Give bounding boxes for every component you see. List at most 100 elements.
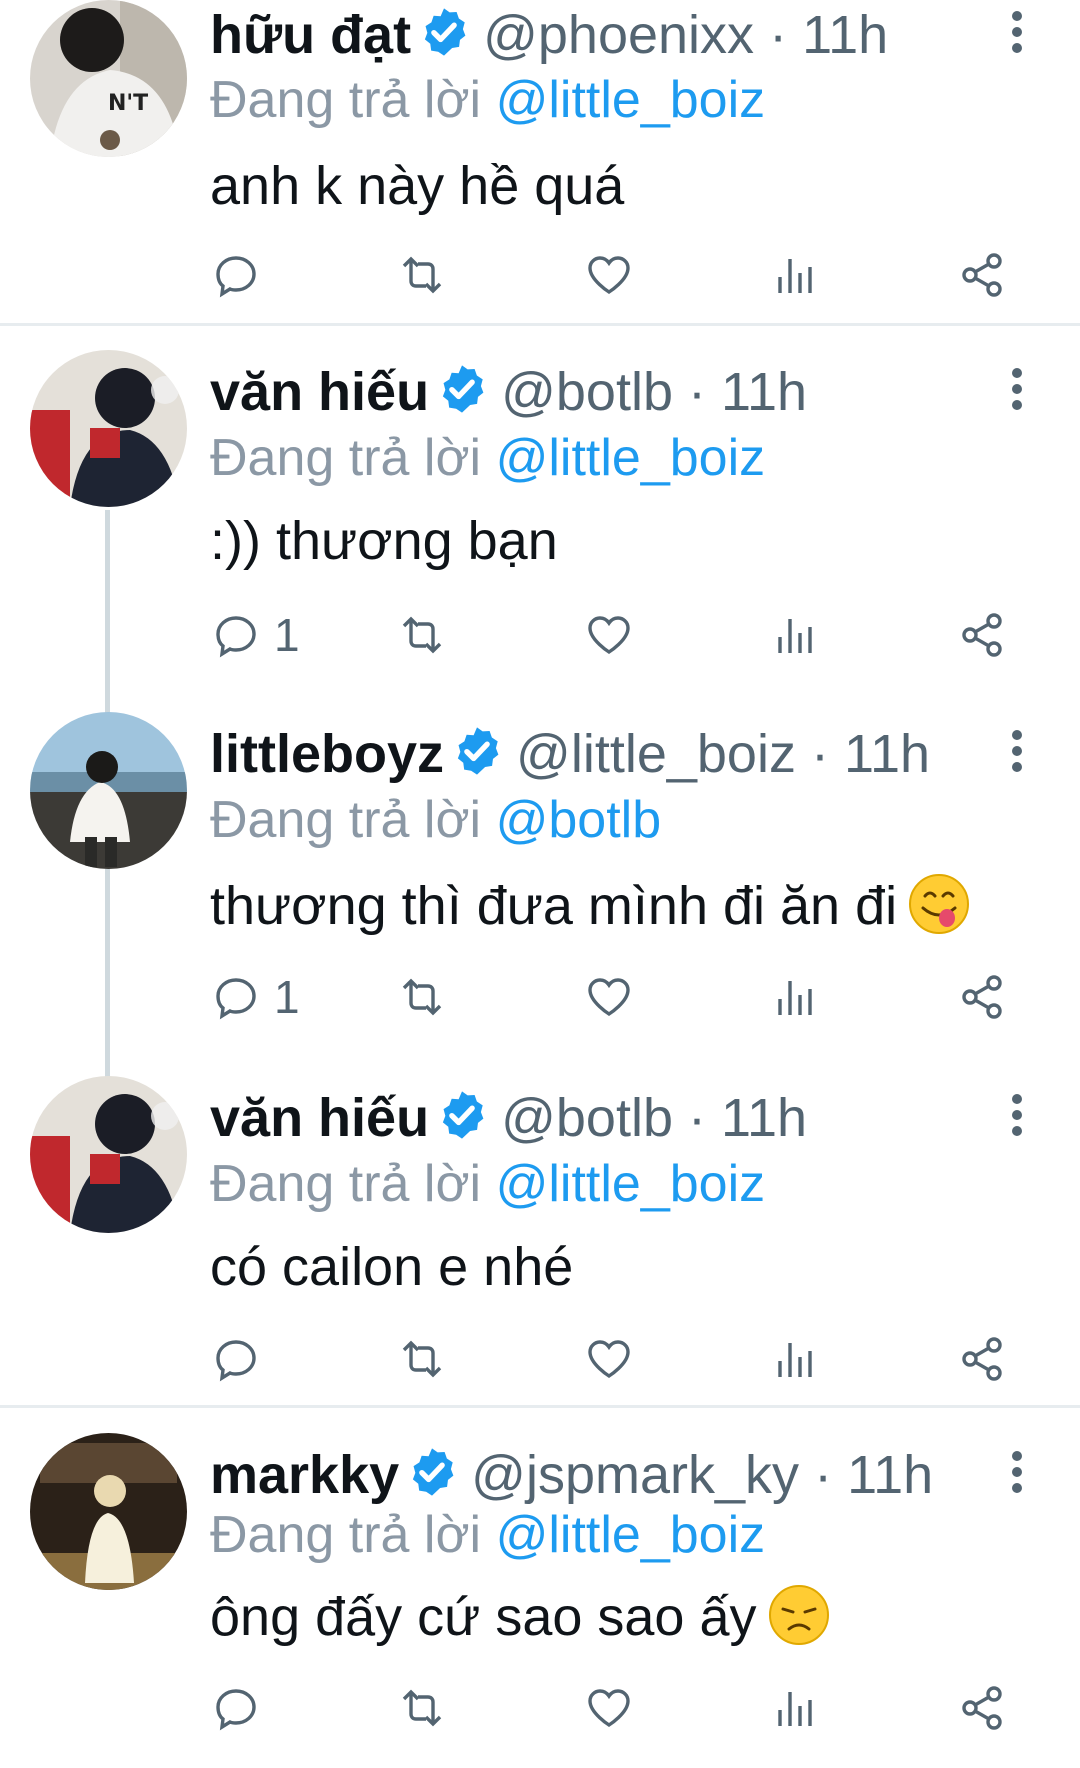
retweet-icon bbox=[402, 1689, 442, 1727]
analytics-icon bbox=[778, 259, 812, 293]
more-options-icon[interactable] bbox=[1005, 1093, 1029, 1137]
reply-icon bbox=[216, 1340, 256, 1382]
tweet[interactable]: văn hiếu @botlb · 11h Đang trả lời @littl… bbox=[0, 1076, 1080, 1406]
heart-icon bbox=[588, 1340, 630, 1379]
reply-button[interactable] bbox=[212, 1329, 274, 1389]
tweet-text-content: anh k này hề quá bbox=[210, 156, 625, 216]
user-handle[interactable]: @phoenixx bbox=[483, 5, 754, 65]
disappointed-face-emoji-icon bbox=[768, 1585, 829, 1645]
reply-count: 1 bbox=[274, 971, 300, 1023]
reply-icon bbox=[216, 256, 256, 298]
tweet[interactable]: littleboyz @little_boiz · 11h Đang trả lờ… bbox=[0, 712, 1080, 1042]
like-button[interactable] bbox=[585, 1329, 633, 1389]
reply-button[interactable]: 1 bbox=[212, 605, 300, 665]
like-button[interactable] bbox=[585, 605, 633, 665]
tweet-text: anh k này hề quá bbox=[210, 155, 624, 217]
views-button[interactable] bbox=[772, 605, 820, 665]
tweet-text-content: thương thì đưa mình đi ăn đi bbox=[210, 876, 898, 936]
avatar[interactable] bbox=[30, 712, 187, 869]
like-button[interactable] bbox=[585, 1678, 633, 1738]
action-bar bbox=[0, 1329, 1080, 1389]
retweet-button[interactable] bbox=[398, 967, 446, 1027]
user-handle[interactable]: @little_boiz bbox=[516, 724, 796, 784]
share-button[interactable] bbox=[958, 1329, 1006, 1389]
user-handle[interactable]: @botlb bbox=[501, 1088, 673, 1148]
verified-badge-icon bbox=[413, 1448, 454, 1496]
tweet[interactable]: markky @jspmark_ky · 11h Đang trả lời @li… bbox=[0, 1433, 1080, 1763]
like-button[interactable] bbox=[585, 245, 633, 305]
display-name[interactable]: littleboyz bbox=[210, 724, 444, 784]
more-options-icon[interactable] bbox=[1005, 1450, 1029, 1494]
timestamp[interactable]: 11h bbox=[847, 1445, 933, 1505]
share-icon bbox=[962, 1686, 1002, 1730]
more-options-icon[interactable] bbox=[1005, 10, 1029, 54]
action-bar: 1 bbox=[0, 605, 1080, 665]
display-name[interactable]: hữu đạt bbox=[210, 5, 411, 65]
retweet-button[interactable] bbox=[398, 245, 446, 305]
action-bar bbox=[0, 1678, 1080, 1738]
timestamp[interactable]: 11h bbox=[844, 724, 930, 784]
mention-link[interactable]: @little_boiz bbox=[496, 71, 766, 129]
tweet-text: :)) thương bạn bbox=[210, 510, 558, 572]
retweet-button[interactable] bbox=[398, 1329, 446, 1389]
display-name[interactable]: văn hiếu bbox=[210, 362, 429, 422]
retweet-button[interactable] bbox=[398, 1678, 446, 1738]
tweet-text: thương thì đưa mình đi ăn đi bbox=[210, 872, 971, 937]
analytics-icon bbox=[778, 1692, 812, 1726]
retweet-icon bbox=[402, 256, 442, 294]
tweet[interactable]: N'T hữu đạt @phoenixx · 11h Đang trả lời … bbox=[0, 0, 1080, 330]
separator: · bbox=[688, 1088, 706, 1148]
tweet-text-content: ông đấy cứ sao sao ấy bbox=[210, 1587, 757, 1647]
avatar[interactable]: N'T bbox=[30, 0, 187, 157]
divider bbox=[0, 323, 1080, 326]
user-handle[interactable]: @botlb bbox=[501, 362, 673, 422]
reply-icon bbox=[216, 978, 256, 1020]
views-button[interactable] bbox=[772, 1678, 820, 1738]
user-handle[interactable]: @jspmark_ky bbox=[471, 1445, 799, 1505]
reply-icon bbox=[216, 1689, 256, 1731]
more-options-icon[interactable] bbox=[1005, 367, 1029, 411]
retweet-button[interactable] bbox=[398, 605, 446, 665]
tweet-text: ông đấy cứ sao sao ấy bbox=[210, 1583, 831, 1648]
tweet-text-content: :)) thương bạn bbox=[210, 511, 558, 571]
replying-to-label: Đang trả lời bbox=[210, 791, 482, 849]
avatar-photo-icon bbox=[30, 712, 187, 869]
separator: · bbox=[769, 5, 788, 65]
retweet-icon bbox=[402, 616, 442, 654]
heart-icon bbox=[588, 1689, 630, 1728]
timestamp[interactable]: 11h bbox=[721, 362, 807, 422]
retweet-icon bbox=[402, 1340, 442, 1378]
timestamp[interactable]: 11h bbox=[721, 1088, 807, 1148]
timestamp[interactable]: 11h bbox=[802, 5, 888, 65]
like-button[interactable] bbox=[585, 967, 633, 1027]
reply-button[interactable] bbox=[212, 1678, 274, 1738]
tweet-text: có cailon e nhé bbox=[210, 1236, 573, 1298]
more-options-icon[interactable] bbox=[1005, 729, 1029, 773]
tweet[interactable]: văn hiếu @botlb · 11h Đang trả lời @littl… bbox=[0, 350, 1080, 680]
views-button[interactable] bbox=[772, 245, 820, 305]
avatar[interactable] bbox=[30, 350, 187, 507]
views-button[interactable] bbox=[772, 967, 820, 1027]
display-name[interactable]: markky bbox=[210, 1445, 399, 1505]
share-button[interactable] bbox=[958, 1678, 1006, 1738]
reply-button[interactable]: 1 bbox=[212, 967, 300, 1027]
avatar[interactable] bbox=[30, 1433, 187, 1590]
reply-button[interactable] bbox=[212, 245, 274, 305]
share-icon bbox=[962, 1337, 1002, 1381]
share-button[interactable] bbox=[958, 605, 1006, 665]
share-button[interactable] bbox=[958, 245, 1006, 305]
views-button[interactable] bbox=[772, 1329, 820, 1389]
separator: · bbox=[810, 724, 829, 784]
reply-icon bbox=[216, 616, 256, 658]
share-button[interactable] bbox=[958, 967, 1006, 1027]
mention-link[interactable]: @botlb bbox=[496, 791, 662, 849]
mention-link[interactable]: @little_boiz bbox=[496, 429, 766, 487]
yum-face-emoji-icon bbox=[909, 874, 970, 934]
mention-link[interactable]: @little_boiz bbox=[496, 1155, 766, 1213]
heart-icon bbox=[588, 978, 630, 1017]
avatar[interactable] bbox=[30, 1076, 187, 1233]
analytics-icon bbox=[778, 981, 812, 1015]
display-name[interactable]: văn hiếu bbox=[210, 1088, 429, 1148]
reply-count: 1 bbox=[274, 609, 300, 661]
mention-link[interactable]: @little_boiz bbox=[496, 1506, 766, 1564]
